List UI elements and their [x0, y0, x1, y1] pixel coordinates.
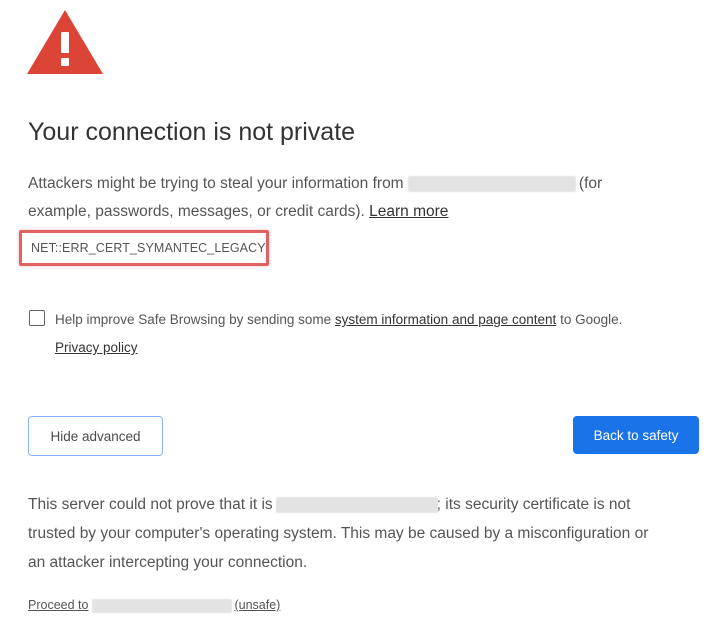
system-info-link[interactable]: system information and page content [335, 312, 556, 327]
main-message: Attackers might be trying to steal your … [28, 170, 698, 226]
safe-browsing-text: Help improve Safe Browsing by sending so… [55, 306, 705, 362]
details-text: trusted by your computer's operating sys… [28, 525, 649, 542]
redacted-domain [92, 598, 233, 613]
main-message-text: example, passwords, messages, or credit … [28, 203, 365, 220]
proceed-unsafe-link[interactable]: Proceed to (unsafe) [28, 598, 280, 613]
details-text: This server could not prove that it is [28, 496, 273, 513]
proceed-suffix: (unsafe) [234, 598, 281, 612]
details-text: ; its security certificate is not [436, 496, 631, 513]
redacted-domain [275, 496, 438, 513]
warning-triangle-icon [27, 10, 103, 74]
main-message-text: (for [578, 175, 603, 192]
page-title: Your connection is not private [28, 118, 356, 146]
safe-browsing-label-end: to Google. [560, 312, 623, 327]
details-text: an attacker intercepting your connection… [28, 554, 308, 571]
main-message-text: Attackers might be trying to steal your … [28, 175, 404, 192]
learn-more-link[interactable]: Learn more [369, 203, 448, 220]
safe-browsing-label: Help improve Safe Browsing by sending so… [55, 312, 332, 327]
interstitial-page: Your connection is not private Attackers… [0, 0, 715, 621]
details-message: This server could not prove that it is ; … [28, 490, 708, 577]
proceed-prefix: Proceed to [28, 598, 89, 612]
error-code: NET::ERR_CERT_SYMANTEC_LEGACY [31, 241, 266, 255]
privacy-policy-link[interactable]: Privacy policy [55, 340, 138, 355]
error-code-highlight: NET::ERR_CERT_SYMANTEC_LEGACY [19, 230, 269, 266]
back-to-safety-button[interactable]: Back to safety [573, 416, 699, 454]
hide-advanced-button[interactable]: Hide advanced [28, 416, 163, 456]
redacted-domain [407, 175, 576, 192]
safe-browsing-checkbox[interactable] [29, 310, 45, 326]
